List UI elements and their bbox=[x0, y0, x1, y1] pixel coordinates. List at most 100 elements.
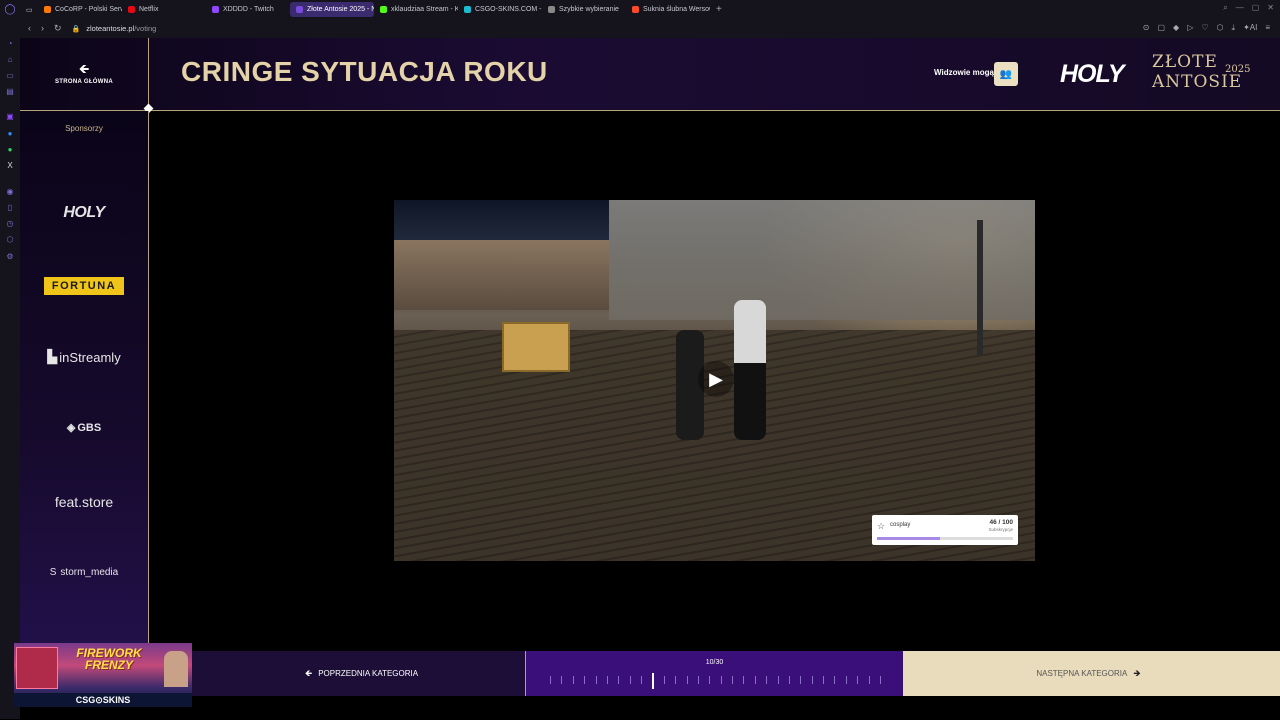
category-tick[interactable] bbox=[709, 676, 711, 684]
browser-tab[interactable]: Netflix bbox=[122, 2, 206, 17]
category-tick[interactable] bbox=[823, 676, 825, 684]
play-button[interactable]: ▶ bbox=[698, 361, 734, 397]
browser-tab[interactable]: xklaudziaa Stream - Kick bbox=[374, 2, 458, 17]
star-icon: ☆ bbox=[877, 521, 886, 531]
sponsor-featstore[interactable]: feat.store bbox=[20, 494, 148, 510]
tab-label: xklaudziaa Stream - Kick bbox=[391, 6, 458, 13]
opera-sidebar: ◔ ⌂ ▭ ▤ ▣ ● ● X ◉ ▯ ◷ ⬡ ⚙ bbox=[0, 19, 20, 719]
ai-button[interactable]: ✦AI bbox=[1243, 23, 1257, 33]
category-tick[interactable] bbox=[550, 676, 551, 684]
shield-icon[interactable]: ◆ bbox=[1173, 23, 1179, 33]
tab-favicon-icon bbox=[380, 6, 387, 13]
reload-icon[interactable]: ↻ bbox=[54, 23, 62, 34]
new-tab-icon[interactable]: + bbox=[710, 4, 728, 15]
category-tick[interactable] bbox=[777, 676, 779, 684]
category-tick[interactable] bbox=[800, 676, 802, 684]
opera-logo-icon[interactable]: ◯ bbox=[0, 4, 20, 15]
category-tick[interactable] bbox=[732, 676, 734, 684]
category-tick[interactable] bbox=[811, 676, 813, 684]
history-icon[interactable]: ◔ bbox=[5, 39, 15, 49]
category-tick[interactable] bbox=[880, 676, 881, 684]
category-tick[interactable] bbox=[766, 676, 768, 684]
category-tick[interactable] bbox=[845, 676, 847, 684]
viewers-button[interactable]: 👥 bbox=[994, 62, 1018, 86]
category-tick[interactable] bbox=[788, 676, 790, 684]
browser-tab[interactable]: XDDDD - Twitch bbox=[206, 2, 290, 17]
category-tick[interactable] bbox=[857, 676, 859, 684]
pin-icon[interactable]: ⊙ bbox=[1143, 23, 1150, 33]
stream-thumbnail[interactable]: FIREWORK FRENZY CSG⊙SKINS bbox=[14, 643, 192, 707]
category-tick[interactable] bbox=[606, 676, 608, 684]
menu-icon[interactable]: ≡ bbox=[1265, 23, 1270, 33]
users-icon: 👥 bbox=[999, 68, 1013, 80]
video-scaffold bbox=[609, 200, 1035, 320]
back-icon[interactable]: ‹ bbox=[28, 23, 31, 34]
clock-icon[interactable]: ◷ bbox=[5, 219, 15, 229]
category-tick[interactable] bbox=[663, 676, 665, 684]
next-category-button[interactable]: NASTĘPNA KATEGORIA 🡺 bbox=[903, 651, 1280, 696]
url-field[interactable]: zloteantosie.pl/voting bbox=[86, 24, 156, 33]
x-icon[interactable]: X bbox=[5, 161, 15, 171]
video-buildings bbox=[394, 240, 609, 310]
category-tick[interactable] bbox=[595, 676, 597, 684]
minimize-icon[interactable]: — bbox=[1236, 3, 1244, 13]
category-tick[interactable] bbox=[686, 676, 688, 684]
download-icon[interactable]: ⤓ bbox=[1232, 23, 1236, 33]
category-progress: 10/30 bbox=[526, 651, 903, 696]
storm-label: storm_media bbox=[60, 567, 119, 578]
arrow-left-icon: 🡸 bbox=[304, 667, 313, 678]
heart-icon[interactable]: ♡ bbox=[1201, 23, 1208, 33]
brand-line2: ANTOSIE bbox=[1152, 72, 1243, 92]
tab-manager-icon[interactable]: ▭ bbox=[20, 2, 38, 17]
video-player[interactable]: ▶ ☆ cosplay 46 / 100 Subskrypcje bbox=[394, 200, 1035, 561]
browser-tab[interactable]: Suknia ślubna Wersow #8 bbox=[626, 2, 710, 17]
settings-icon[interactable]: ⚙ bbox=[5, 252, 15, 262]
category-tick[interactable] bbox=[618, 676, 620, 684]
tab-label: Złote Antosie 2025 - Naje bbox=[307, 6, 374, 13]
browser-tab[interactable]: CSGO-SKINS.COM - Najle bbox=[458, 2, 542, 17]
prev-label: POPRZEDNIA KATEGORIA bbox=[318, 669, 419, 678]
tab-favicon-icon bbox=[128, 6, 135, 13]
sponsor-instreamly[interactable]: ▙ inStreamly bbox=[20, 349, 148, 365]
lock-icon[interactable]: 🔒 bbox=[72, 25, 81, 33]
home-button[interactable]: 🡸 STRONA GŁÓWNA bbox=[20, 38, 149, 110]
play-icon[interactable]: ▷ bbox=[1187, 23, 1193, 33]
messenger-icon[interactable]: ▭ bbox=[5, 71, 15, 81]
category-tick[interactable] bbox=[754, 676, 756, 684]
close-icon[interactable]: ✕ bbox=[1267, 3, 1274, 13]
cube-icon[interactable]: ⬡ bbox=[5, 235, 15, 245]
forward-icon[interactable]: › bbox=[41, 23, 44, 34]
category-tick-current[interactable] bbox=[652, 673, 655, 689]
category-tick[interactable] bbox=[641, 676, 643, 684]
twitch-icon[interactable]: ▣ bbox=[5, 112, 15, 122]
maximize-icon[interactable]: ▢ bbox=[1252, 3, 1260, 13]
category-tick[interactable] bbox=[834, 676, 836, 684]
previous-category-button[interactable]: 🡸 POPRZEDNIA KATEGORIA bbox=[192, 651, 526, 696]
browser-tab[interactable]: CoCoRP - Polski Serwer G bbox=[38, 2, 122, 17]
category-ticks[interactable] bbox=[550, 673, 881, 689]
browser-tab[interactable]: Złote Antosie 2025 - Naje bbox=[290, 2, 374, 17]
category-tick[interactable] bbox=[572, 676, 574, 684]
category-tick[interactable] bbox=[561, 676, 563, 684]
player-icon[interactable]: ◉ bbox=[5, 187, 15, 197]
category-tick[interactable] bbox=[629, 676, 631, 684]
facebook-messenger-icon[interactable]: ● bbox=[5, 129, 15, 139]
search-tabs-icon[interactable]: ⌕ bbox=[1223, 3, 1227, 13]
category-tick[interactable] bbox=[675, 676, 677, 684]
category-tick[interactable] bbox=[868, 676, 870, 684]
workspace-icon[interactable]: ⌂ bbox=[5, 55, 15, 65]
sponsor-stormmedia[interactable]: Sstorm_media bbox=[20, 567, 148, 578]
category-tick[interactable] bbox=[720, 676, 722, 684]
sponsor-fortuna[interactable]: FORTUNA bbox=[20, 277, 148, 295]
sponsor-gbs[interactable]: ◈ GBS bbox=[20, 421, 148, 435]
snapshot-icon[interactable]: ▢ bbox=[1157, 23, 1165, 33]
category-tick[interactable] bbox=[584, 676, 586, 684]
bookmark-icon[interactable]: ▯ bbox=[5, 203, 15, 213]
browser-tab[interactable]: Szybkie wybieranie bbox=[542, 2, 626, 17]
notes-icon[interactable]: ▤ bbox=[5, 87, 15, 97]
category-tick[interactable] bbox=[743, 676, 745, 684]
whatsapp-icon[interactable]: ● bbox=[5, 145, 15, 155]
category-tick[interactable] bbox=[697, 676, 699, 684]
sponsor-holy[interactable]: HOLY bbox=[20, 204, 148, 222]
extensions-icon[interactable]: ⬡ bbox=[1217, 23, 1224, 33]
